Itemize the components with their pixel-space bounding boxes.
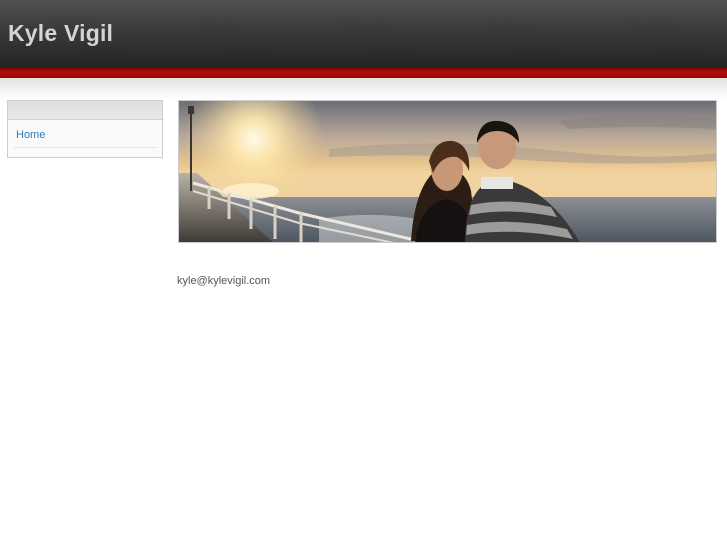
- sidebar-nav: Home: [7, 100, 163, 158]
- site-title[interactable]: Kyle Vigil: [8, 19, 113, 47]
- banner-photo: [178, 100, 717, 243]
- sidebar-item-home[interactable]: Home: [16, 128, 162, 142]
- sidebar-divider: [14, 147, 156, 148]
- site-header: Kyle Vigil: [0, 0, 727, 68]
- header-shadow-band: [0, 78, 727, 100]
- header-accent-stripe: [0, 68, 727, 78]
- contact-email[interactable]: kyle@kylevigil.com: [177, 274, 270, 288]
- sidebar-header: [8, 101, 162, 120]
- banner-photo-illustration: [179, 101, 716, 242]
